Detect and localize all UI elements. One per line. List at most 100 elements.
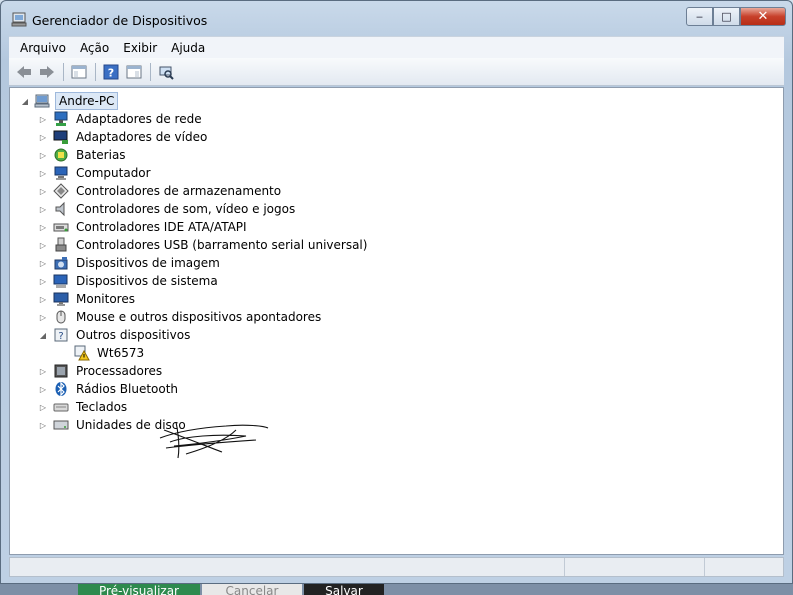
svg-text:?: ?: [58, 331, 63, 342]
tree-category-2[interactable]: ▷ Baterias: [40, 146, 128, 164]
speaker-icon: [53, 201, 69, 217]
back-arrow-icon: [17, 65, 31, 78]
status-bar: [9, 557, 784, 577]
display-adapter-icon: [53, 129, 69, 145]
expand-arrow-icon[interactable]: ▷: [38, 313, 48, 322]
close-icon: ✕: [757, 9, 769, 24]
tree-category-label: Dispositivos de sistema: [76, 274, 218, 288]
caption-buttons: ‒ □ ✕: [686, 7, 786, 27]
help-button[interactable]: ?: [100, 61, 122, 83]
maximize-button[interactable]: □: [713, 7, 740, 26]
tree-device-item[interactable]: Wt6573: [74, 344, 146, 362]
network-adapter-icon: [53, 111, 69, 127]
title-bar[interactable]: Gerenciador de Dispositivos ‒ □ ✕: [1, 1, 792, 35]
status-pane-main: [10, 558, 565, 576]
expand-arrow-icon[interactable]: ▷: [38, 367, 48, 376]
back-button[interactable]: [13, 61, 35, 83]
tree-category-6[interactable]: ▷ Controladores IDE ATA/ATAPI: [40, 218, 249, 236]
keyboard-icon: [53, 399, 69, 415]
menu-exibir[interactable]: Exibir: [116, 41, 164, 55]
tree-category-label: Dispositivos de imagem: [76, 256, 220, 270]
tree-category-4[interactable]: ▷ Controladores de armazenamento: [40, 182, 283, 200]
mouse-icon: [53, 309, 69, 325]
toolbar: ?: [9, 58, 784, 86]
expand-arrow-icon[interactable]: ▷: [38, 403, 48, 412]
menu-ajuda[interactable]: Ajuda: [164, 41, 212, 55]
properties-button[interactable]: [123, 61, 145, 83]
tree-category-11[interactable]: ▷ Mouse e outros dispositivos apontadores: [40, 308, 323, 326]
expand-arrow-icon[interactable]: ▷: [38, 115, 48, 124]
tree-category-label: Adaptadores de rede: [76, 112, 202, 126]
tree-category-label: Mouse e outros dispositivos apontadores: [76, 310, 322, 324]
warning-device-icon: [74, 345, 90, 361]
close-button[interactable]: ✕: [740, 7, 786, 26]
expand-arrow-icon[interactable]: ▷: [38, 205, 48, 214]
menu-acao[interactable]: Ação: [73, 41, 116, 55]
status-pane-secondary: [565, 558, 705, 576]
tree-category-label: Adaptadores de vídeo: [76, 130, 208, 144]
properties-icon: [126, 65, 142, 78]
tree-category-label: Controladores de armazenamento: [76, 184, 282, 198]
tree-category-1[interactable]: ▷ Adaptadores de vídeo: [40, 128, 209, 146]
minimize-button[interactable]: ‒: [686, 7, 713, 26]
menu-arquivo[interactable]: Arquivo: [13, 41, 73, 55]
show-hide-console-tree-icon: [71, 65, 87, 78]
expand-arrow-icon[interactable]: ▷: [38, 421, 48, 430]
monitor-icon: [53, 291, 69, 307]
tree-category-10[interactable]: ▷ Monitores: [40, 290, 137, 308]
device-manager-icon: [11, 11, 27, 27]
toolbar-separator: [95, 62, 96, 81]
bluetooth-icon: [53, 381, 69, 397]
device-manager-window: Gerenciador de Dispositivos ‒ □ ✕ Arquiv…: [0, 0, 793, 584]
tree-category-label: Teclados: [76, 400, 128, 414]
expand-arrow-icon[interactable]: ▷: [38, 295, 48, 304]
forward-arrow-icon: [40, 65, 54, 78]
tree-category-0[interactable]: ▷ Adaptadores de rede: [40, 110, 204, 128]
expand-arrow-icon[interactable]: ▷: [38, 259, 48, 268]
tree-category-13[interactable]: ▷ Processadores: [40, 362, 164, 380]
tree-category-3[interactable]: ▷ Computador: [40, 164, 153, 182]
collapse-arrow-icon[interactable]: ◢: [38, 331, 48, 340]
tree-category-label: Baterias: [76, 148, 126, 162]
tree-root[interactable]: ◢ Andre-PC: [20, 92, 119, 110]
usb-icon: [53, 237, 69, 253]
tree-root-label: Andre-PC: [55, 92, 119, 110]
toolbar-separator: [150, 62, 151, 81]
expand-arrow-icon[interactable]: ▷: [38, 277, 48, 286]
toolbar-separator: [63, 62, 64, 81]
tree-category-9[interactable]: ▷ Dispositivos de sistema: [40, 272, 220, 290]
expand-arrow-icon[interactable]: ▷: [38, 223, 48, 232]
collapse-arrow-icon[interactable]: ◢: [20, 97, 30, 106]
show-hide-tree-button[interactable]: [68, 61, 90, 83]
tree-category-12[interactable]: ◢? Outros dispositivos: [40, 326, 192, 344]
tree-category-7[interactable]: ▷ Controladores USB (barramento serial un…: [40, 236, 369, 254]
disk-drive-icon: [53, 417, 69, 433]
expand-arrow-icon[interactable]: ▷: [38, 151, 48, 160]
computer-icon: [34, 93, 50, 109]
battery-icon: [53, 147, 69, 163]
camera-icon: [53, 255, 69, 271]
expand-arrow-icon[interactable]: ▷: [38, 133, 48, 142]
help-icon: ?: [103, 64, 119, 79]
tree-category-15[interactable]: ▷ Teclados: [40, 398, 129, 416]
expand-arrow-icon[interactable]: ▷: [38, 385, 48, 394]
expand-arrow-icon[interactable]: ▷: [38, 169, 48, 178]
tree-category-14[interactable]: ▷ Rádios Bluetooth: [40, 380, 180, 398]
expand-arrow-icon[interactable]: ▷: [38, 187, 48, 196]
unknown-device-icon: ?: [53, 327, 69, 343]
tree-category-label: Rádios Bluetooth: [76, 382, 179, 396]
window-title: Gerenciador de Dispositivos: [32, 13, 208, 28]
system-device-icon: [53, 273, 69, 289]
tree-category-label: Controladores USB (barramento serial uni…: [76, 238, 368, 252]
scan-hardware-button[interactable]: [155, 61, 177, 83]
tree-category-16[interactable]: ▷ Unidades de disco: [40, 416, 188, 434]
tree-category-5[interactable]: ▷ Controladores de som, vídeo e jogos: [40, 200, 297, 218]
minimize-icon: ‒: [696, 10, 703, 23]
expand-arrow-icon[interactable]: ▷: [38, 241, 48, 250]
status-pane-tertiary: [705, 558, 783, 576]
processor-icon: [53, 363, 69, 379]
device-tree[interactable]: ◢ Andre-PC ▷ Adaptadores de rede ▷ Adaptado…: [9, 87, 784, 555]
tree-category-8[interactable]: ▷ Dispositivos de imagem: [40, 254, 222, 272]
tree-category-label: Unidades de disco: [76, 418, 186, 432]
forward-button[interactable]: [36, 61, 58, 83]
